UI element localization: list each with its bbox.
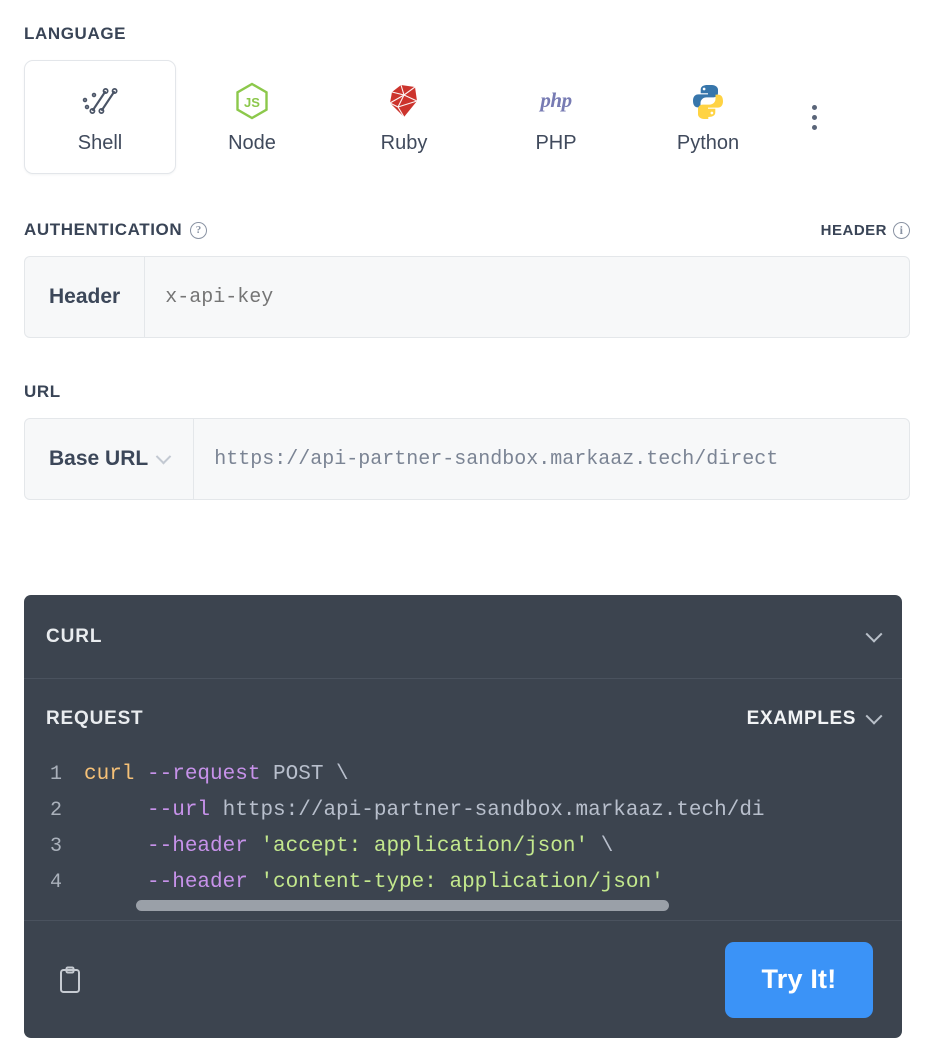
code-token-flag: --url [147, 799, 223, 822]
authentication-heading-text: AUTHENTICATION [24, 220, 183, 239]
code-token-plain: POST \ [273, 763, 349, 786]
language-tab-label: Ruby [380, 131, 428, 154]
kebab-dot [811, 114, 817, 120]
api-key-input[interactable] [145, 257, 909, 337]
base-url-selector[interactable]: Base URL [25, 419, 195, 499]
ruby-icon [387, 80, 421, 122]
code-panel-header[interactable]: CURL [24, 595, 902, 679]
code-block[interactable]: 1 curl --request POST \ 2 --url https://ap… [24, 759, 902, 920]
language-tab-label: Shell [77, 131, 123, 154]
authentication-field-row: Header [24, 256, 910, 338]
info-icon[interactable]: i [893, 221, 910, 239]
clipboard-copy-icon[interactable] [53, 963, 87, 997]
code-line-content: --header 'content-type: application/json… [84, 871, 664, 894]
code-panel-title: CURL [46, 625, 103, 647]
language-tab-list: Shell JS Node Ruby php PHP Python [24, 60, 910, 174]
code-line-number: 4 [49, 871, 62, 894]
code-token-flag: --request [147, 763, 274, 786]
code-token-flag: --header [147, 871, 261, 894]
authentication-section: AUTHENTICATION ? HEADER i Header [24, 174, 910, 338]
code-token-str: 'content-type: application/json' [260, 871, 664, 894]
code-line-number: 2 [49, 799, 62, 822]
authentication-header-row: AUTHENTICATION ? HEADER i [24, 220, 910, 240]
code-horizontal-scrollbar[interactable] [136, 900, 669, 911]
base-url-label: Base URL [49, 447, 149, 470]
authentication-type-text: HEADER [820, 221, 887, 239]
question-mark-icon[interactable]: ? [190, 221, 208, 239]
language-tab-php[interactable]: php PHP [480, 60, 632, 174]
language-tab-node[interactable]: JS Node [176, 60, 328, 174]
authentication-type-label: HEADER i [820, 221, 910, 239]
code-line-content: --url https://api-partner-sandbox.markaa… [84, 799, 765, 822]
language-tab-python[interactable]: Python [632, 60, 784, 174]
url-field-row: Base URL https://api-partner-sandbox.mar… [24, 418, 910, 500]
code-line-content: --header 'accept: application/json' \ [84, 835, 613, 858]
authentication-field-prefix-label: Header [49, 285, 121, 308]
language-tab-shell[interactable]: Shell [24, 60, 176, 174]
language-tab-label: Python [676, 131, 740, 154]
language-heading: LANGUAGE [24, 24, 910, 44]
nodejs-icon: JS [235, 80, 269, 122]
language-tab-label: PHP [535, 131, 577, 154]
language-heading-text: LANGUAGE [24, 24, 127, 43]
request-label: REQUEST [46, 708, 144, 729]
api-code-sample-panel: LANGUAGE Shell JS Node Ruby php PHP Pyth… [0, 0, 934, 1058]
code-line-content: curl --request POST \ [84, 763, 349, 786]
code-line-number: 3 [49, 835, 62, 858]
chevron-down-icon [865, 707, 883, 725]
language-section: LANGUAGE Shell JS Node Ruby php PHP Pyth… [24, 0, 910, 174]
code-panel-footer: Try It! [24, 920, 902, 1038]
code-line: 3 --header 'accept: application/json' \ [24, 835, 902, 871]
code-line: 2 --url https://api-partner-sandbox.mark… [24, 799, 902, 835]
authentication-field-prefix: Header [25, 257, 146, 337]
language-tab-label: Node [228, 131, 276, 154]
python-icon [691, 80, 725, 122]
try-it-button[interactable]: Try It! [725, 941, 873, 1018]
language-tab-ruby[interactable]: Ruby [328, 60, 480, 174]
code-token-plain: https://api-partner-sandbox.markaaz.tech… [222, 799, 765, 822]
code-line-number: 1 [49, 763, 62, 786]
code-panel-subheader: REQUEST EXAMPLES [24, 679, 902, 759]
url-heading: URL [24, 382, 910, 402]
code-token-cmd: curl [84, 763, 148, 786]
code-token-flag: --header [147, 835, 261, 858]
code-token-plain: \ [588, 835, 614, 858]
url-value[interactable]: https://api-partner-sandbox.markaaz.tech… [194, 419, 909, 499]
code-line: 1 curl --request POST \ [24, 763, 902, 799]
examples-dropdown[interactable]: EXAMPLES [746, 707, 883, 730]
code-sample-panel: CURL REQUEST EXAMPLES 1 curl --request PO… [24, 595, 902, 1038]
code-token-str: 'accept: application/json' [260, 835, 589, 858]
php-icon: php [540, 88, 572, 112]
kebab-dot [811, 104, 817, 110]
shell-icon [80, 80, 120, 122]
kebab-menu-icon[interactable] [784, 60, 844, 174]
authentication-heading: AUTHENTICATION ? [24, 220, 208, 240]
url-heading-text: URL [24, 382, 61, 401]
examples-label: EXAMPLES [746, 708, 856, 729]
chevron-down-icon[interactable] [865, 625, 883, 643]
svg-text:JS: JS [244, 95, 260, 110]
url-section: URL Base URL https://api-partner-sandbox… [24, 338, 910, 500]
kebab-dot [811, 124, 817, 130]
chevron-down-icon [155, 448, 172, 464]
